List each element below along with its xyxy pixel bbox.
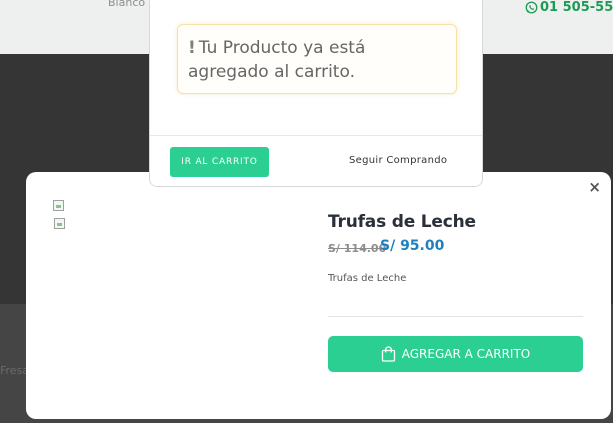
cart-confirmation-popup: ! Tu Producto ya está agregado al carrito… xyxy=(149,0,483,187)
whatsapp-contact[interactable]: 01 505-555 xyxy=(525,0,613,15)
shopping-bag-icon xyxy=(381,346,395,362)
product-image-broken[interactable] xyxy=(53,200,64,211)
divider xyxy=(328,316,583,317)
popup-divider xyxy=(150,135,482,136)
alert-text: Tu Producto ya está agregado al carrito. xyxy=(188,38,366,82)
add-to-cart-button[interactable]: AGREGAR A CARRITO xyxy=(328,336,583,372)
header-text: Blanco xyxy=(108,0,146,9)
sale-price: S/ 95.00 xyxy=(380,238,445,254)
product-title: Trufas de Leche xyxy=(328,212,476,232)
close-icon[interactable]: × xyxy=(588,178,601,196)
alert-box: ! Tu Producto ya está agregado al carrito… xyxy=(177,24,457,94)
add-to-cart-label: AGREGAR A CARRITO xyxy=(401,347,531,361)
continue-shopping-button[interactable]: Seguir Comprando xyxy=(349,155,447,166)
whatsapp-phone: 01 505-555 xyxy=(540,0,613,15)
background-text: Fresa xyxy=(0,364,30,377)
old-price: S/ 114.00 xyxy=(328,242,387,255)
product-description: Trufas de Leche xyxy=(328,273,407,284)
product-modal: × Trufas de Leche S/ 114.00 S/ 95.00 Tru… xyxy=(26,172,611,419)
exclamation-icon: ! xyxy=(188,38,196,58)
alert-message: ! Tu Producto ya está agregado al carrito… xyxy=(188,36,448,84)
whatsapp-icon xyxy=(525,1,538,14)
go-to-cart-button[interactable]: IR AL CARRITO xyxy=(170,147,269,177)
product-thumbnail-broken[interactable] xyxy=(54,218,65,229)
